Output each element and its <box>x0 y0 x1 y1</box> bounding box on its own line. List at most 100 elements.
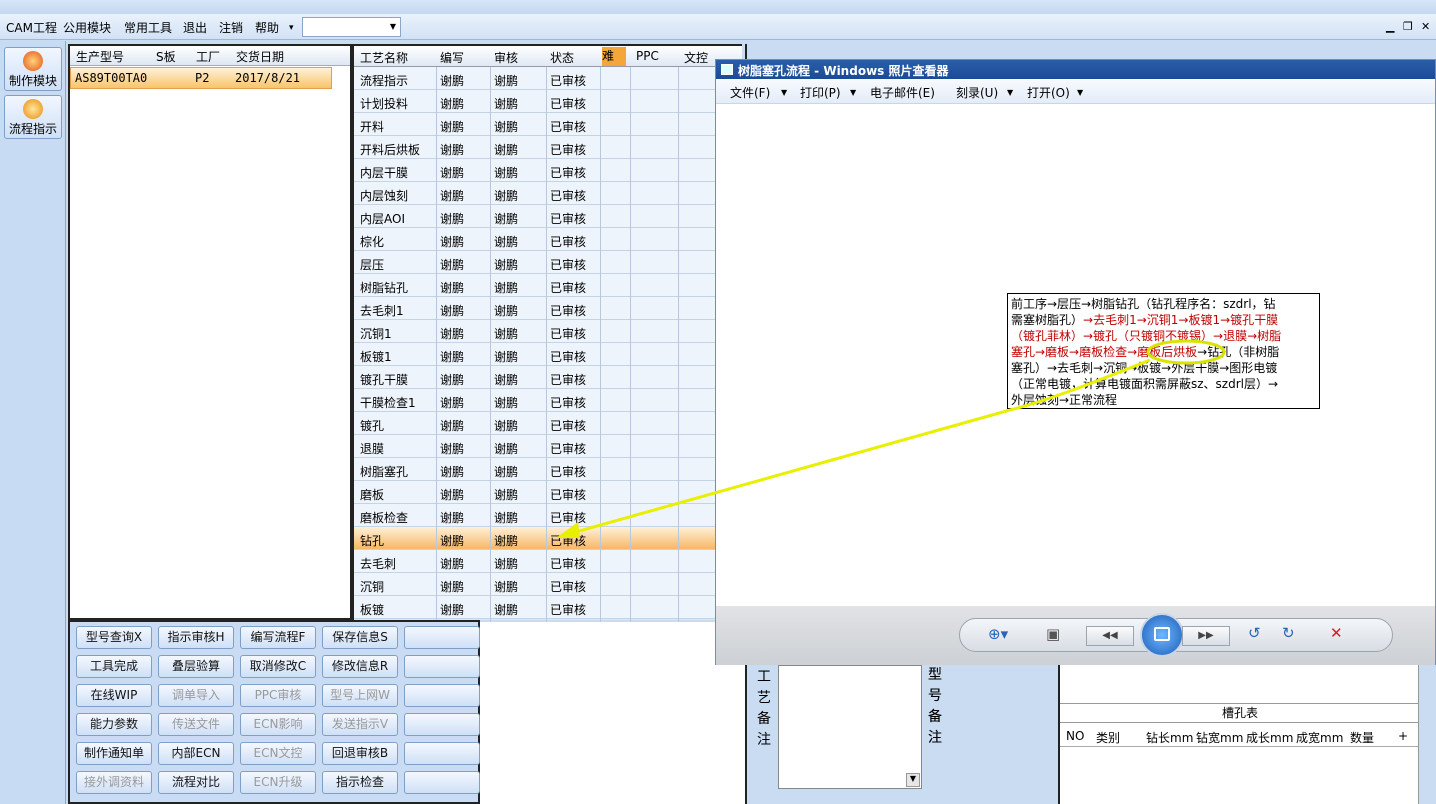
slot-col-finish-width[interactable]: 成宽mm <box>1296 729 1343 746</box>
flow-instruction-button[interactable]: 流程指示 <box>4 95 62 139</box>
process-row[interactable]: 干膜检查1 谢鹏 谢鹏 已审核 <box>354 389 718 412</box>
right-scroll-rail[interactable] <box>1418 665 1436 804</box>
slot-col-count[interactable]: 数量 <box>1350 729 1374 746</box>
function-button[interactable]: 流程对比 <box>158 771 234 794</box>
process-row[interactable]: 沉铜1 谢鹏 谢鹏 已审核 <box>354 320 718 343</box>
function-button[interactable]: 回退审核B <box>322 742 398 765</box>
function-button[interactable]: ECN升级 <box>240 771 316 794</box>
process-row[interactable]: 内层蚀刻 谢鹏 谢鹏 已审核 <box>354 182 718 205</box>
menu-tools[interactable]: 常用工具 <box>124 19 172 36</box>
col-delivery[interactable]: 交货日期 <box>236 48 284 65</box>
process-row[interactable]: 内层AOI 谢鹏 谢鹏 已审核 <box>354 205 718 228</box>
process-row[interactable]: 磨板检查 谢鹏 谢鹏 已审核 <box>354 504 718 527</box>
slot-add-icon[interactable]: + <box>1398 729 1408 743</box>
function-button[interactable]: 制作通知单 <box>76 742 152 765</box>
function-button[interactable]: 取消修改C <box>240 655 316 678</box>
viewer-title-bar[interactable]: 树脂塞孔流程 - Windows 照片查看器 <box>716 60 1435 79</box>
slideshow-button[interactable] <box>1140 613 1184 657</box>
process-row[interactable]: 去毛刺1 谢鹏 谢鹏 已审核 <box>354 297 718 320</box>
process-row[interactable]: 内层干膜 谢鹏 谢鹏 已审核 <box>354 159 718 182</box>
process-row[interactable]: 树脂钻孔 谢鹏 谢鹏 已审核 <box>354 274 718 297</box>
process-row[interactable]: 层压 谢鹏 谢鹏 已审核 <box>354 251 718 274</box>
process-row[interactable]: 沉铜 谢鹏 谢鹏 已审核 <box>354 573 718 596</box>
function-button[interactable]: 调单导入 <box>158 684 234 707</box>
fit-icon[interactable]: ▣ <box>1046 625 1060 643</box>
process-row[interactable]: 镀孔 谢鹏 谢鹏 已审核 <box>354 412 718 435</box>
function-button[interactable]: ECN影响 <box>240 713 316 736</box>
function-button[interactable]: 型号上网W <box>322 684 398 707</box>
col-difficulty[interactable]: 难 <box>602 47 626 66</box>
process-row[interactable]: 去毛刺 谢鹏 谢鹏 已审核 <box>354 550 718 573</box>
process-row[interactable]: 计划投料 谢鹏 谢鹏 已审核 <box>354 90 718 113</box>
col-model[interactable]: 生产型号 <box>76 48 124 65</box>
function-button[interactable]: 发送指示V <box>322 713 398 736</box>
process-row[interactable]: 板镀1 谢鹏 谢鹏 已审核 <box>354 343 718 366</box>
function-button[interactable] <box>404 771 480 794</box>
col-writer[interactable]: 编写 <box>440 49 464 66</box>
viewer-menu-open[interactable]: 打开(O) <box>1027 84 1070 101</box>
scroll-down-icon[interactable]: ▼ <box>906 773 920 787</box>
function-button[interactable]: 工具完成 <box>76 655 152 678</box>
menu-public[interactable]: 公用模块 <box>63 19 111 36</box>
viewer-menu-file[interactable]: 文件(F) <box>730 84 770 101</box>
order-row[interactable]: AS89T00TA0 P2 2017/8/21 <box>70 67 332 89</box>
function-button[interactable] <box>404 626 480 649</box>
function-button[interactable]: 型号查询X <box>76 626 152 649</box>
viewer-menu-print[interactable]: 打印(P) <box>800 84 841 101</box>
col-status[interactable]: 状态 <box>550 49 574 66</box>
function-button[interactable]: 传送文件 <box>158 713 234 736</box>
menu-overflow-icon[interactable]: ▾ <box>289 23 294 33</box>
process-row[interactable]: 树脂塞孔 谢鹏 谢鹏 已审核 <box>354 458 718 481</box>
menu-logout[interactable]: 注销 <box>219 19 243 36</box>
process-notes-field[interactable]: ▼ <box>778 665 922 789</box>
function-button[interactable] <box>404 655 480 678</box>
previous-button[interactable]: ◀◀ <box>1086 626 1134 646</box>
rotate-left-icon[interactable]: ↺ <box>1248 624 1261 642</box>
process-row[interactable]: 钻孔 谢鹏 谢鹏 已审核 <box>354 527 718 550</box>
zoom-icon[interactable]: ⊕▾ <box>988 625 1008 643</box>
menu-combo[interactable]: ▼ <box>302 17 401 37</box>
function-button[interactable]: 指示检查 <box>322 771 398 794</box>
close-icon[interactable]: ✕ <box>1421 20 1430 33</box>
function-button[interactable]: 内部ECN <box>158 742 234 765</box>
slot-col-type[interactable]: 类别 <box>1096 729 1120 746</box>
process-row[interactable]: 开料后烘板 谢鹏 谢鹏 已审核 <box>354 136 718 159</box>
process-row[interactable]: 开料 谢鹏 谢鹏 已审核 <box>354 113 718 136</box>
slot-col-drill-width[interactable]: 钻宽mm <box>1196 729 1243 746</box>
menu-exit[interactable]: 退出 <box>183 19 207 36</box>
function-button[interactable]: 保存信息S <box>322 626 398 649</box>
function-button[interactable] <box>404 684 480 707</box>
next-button[interactable]: ▶▶ <box>1182 626 1230 646</box>
function-button[interactable]: 在线WIP <box>76 684 152 707</box>
slot-col-no[interactable]: NO <box>1066 729 1084 743</box>
function-button[interactable]: 叠层验算 <box>158 655 234 678</box>
col-reviewer[interactable]: 审核 <box>494 49 518 66</box>
menu-help[interactable]: 帮助 <box>255 19 279 36</box>
viewer-menu-email[interactable]: 电子邮件(E) <box>870 84 935 101</box>
col-factory[interactable]: 工厂 <box>196 48 220 65</box>
col-doc-control[interactable]: 文控 <box>684 49 708 66</box>
function-button[interactable]: 编写流程F <box>240 626 316 649</box>
function-button[interactable] <box>404 713 480 736</box>
process-row[interactable]: 流程指示 谢鹏 谢鹏 已审核 <box>354 67 718 90</box>
col-ppc[interactable]: PPC <box>636 49 659 63</box>
delete-icon[interactable]: ✕ <box>1330 624 1343 642</box>
function-button[interactable]: PPC审核 <box>240 684 316 707</box>
viewer-menu-burn[interactable]: 刻录(U) <box>956 84 998 101</box>
slot-col-drill-length[interactable]: 钻长mm <box>1146 729 1193 746</box>
process-row[interactable]: 磨板 谢鹏 谢鹏 已审核 <box>354 481 718 504</box>
restore-icon[interactable]: ❐ <box>1403 20 1413 33</box>
col-sboard[interactable]: S板 <box>156 48 176 65</box>
rotate-right-icon[interactable]: ↻ <box>1282 624 1295 642</box>
slot-col-finish-length[interactable]: 成长mm <box>1246 729 1293 746</box>
function-button[interactable]: ECN文控 <box>240 742 316 765</box>
minimize-icon[interactable]: ▁ <box>1386 20 1394 33</box>
function-button[interactable] <box>404 742 480 765</box>
process-row[interactable]: 镀孔干膜 谢鹏 谢鹏 已审核 <box>354 366 718 389</box>
process-row[interactable]: 退膜 谢鹏 谢鹏 已审核 <box>354 435 718 458</box>
function-button[interactable]: 能力参数 <box>76 713 152 736</box>
function-button[interactable]: 接外调资料 <box>76 771 152 794</box>
menu-cam[interactable]: CAM工程 <box>6 19 57 36</box>
process-row[interactable]: 板镀 谢鹏 谢鹏 已审核 <box>354 596 718 619</box>
make-module-button[interactable]: 制作模块 <box>4 47 62 91</box>
